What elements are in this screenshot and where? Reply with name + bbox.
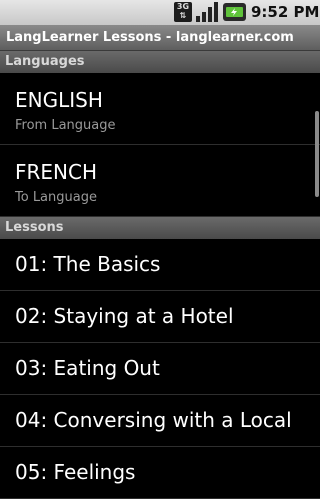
section-header-label: Languages <box>5 54 85 69</box>
language-subtitle: To Language <box>15 190 97 205</box>
language-name: ENGLISH <box>15 88 103 112</box>
section-header-languages: Languages <box>0 51 320 73</box>
list-scrollbar[interactable] <box>315 111 319 197</box>
status-bar: 3G ⇅ 9:52 PM <box>0 0 320 25</box>
language-item-from[interactable]: ENGLISH From Language <box>0 73 320 145</box>
lesson-item-04[interactable]: 04: Conversing with a Local <box>0 395 320 447</box>
language-subtitle: From Language <box>15 118 116 133</box>
network-type-label: 3G <box>176 2 190 11</box>
battery-charging-icon <box>223 3 246 21</box>
lesson-item-01[interactable]: 01: The Basics <box>0 239 320 291</box>
settings-list[interactable]: Languages ENGLISH From Language FRENCH T… <box>0 51 320 499</box>
app-title: LangLearner Lessons - langlearner.com <box>6 30 294 45</box>
language-name: FRENCH <box>15 160 98 184</box>
section-header-lessons: Lessons <box>0 217 320 239</box>
3g-data-icon: 3G ⇅ <box>174 2 192 22</box>
section-header-label: Lessons <box>5 220 64 235</box>
lesson-item-03[interactable]: 03: Eating Out <box>0 343 320 395</box>
status-time: 9:52 PM <box>251 3 320 21</box>
app-title-bar: LangLearner Lessons - langlearner.com <box>0 25 320 51</box>
lesson-item-02[interactable]: 02: Staying at a Hotel <box>0 291 320 343</box>
signal-strength-icon <box>196 2 218 22</box>
lesson-item-05[interactable]: 05: Feelings <box>0 447 320 499</box>
language-item-to[interactable]: FRENCH To Language <box>0 145 320 217</box>
